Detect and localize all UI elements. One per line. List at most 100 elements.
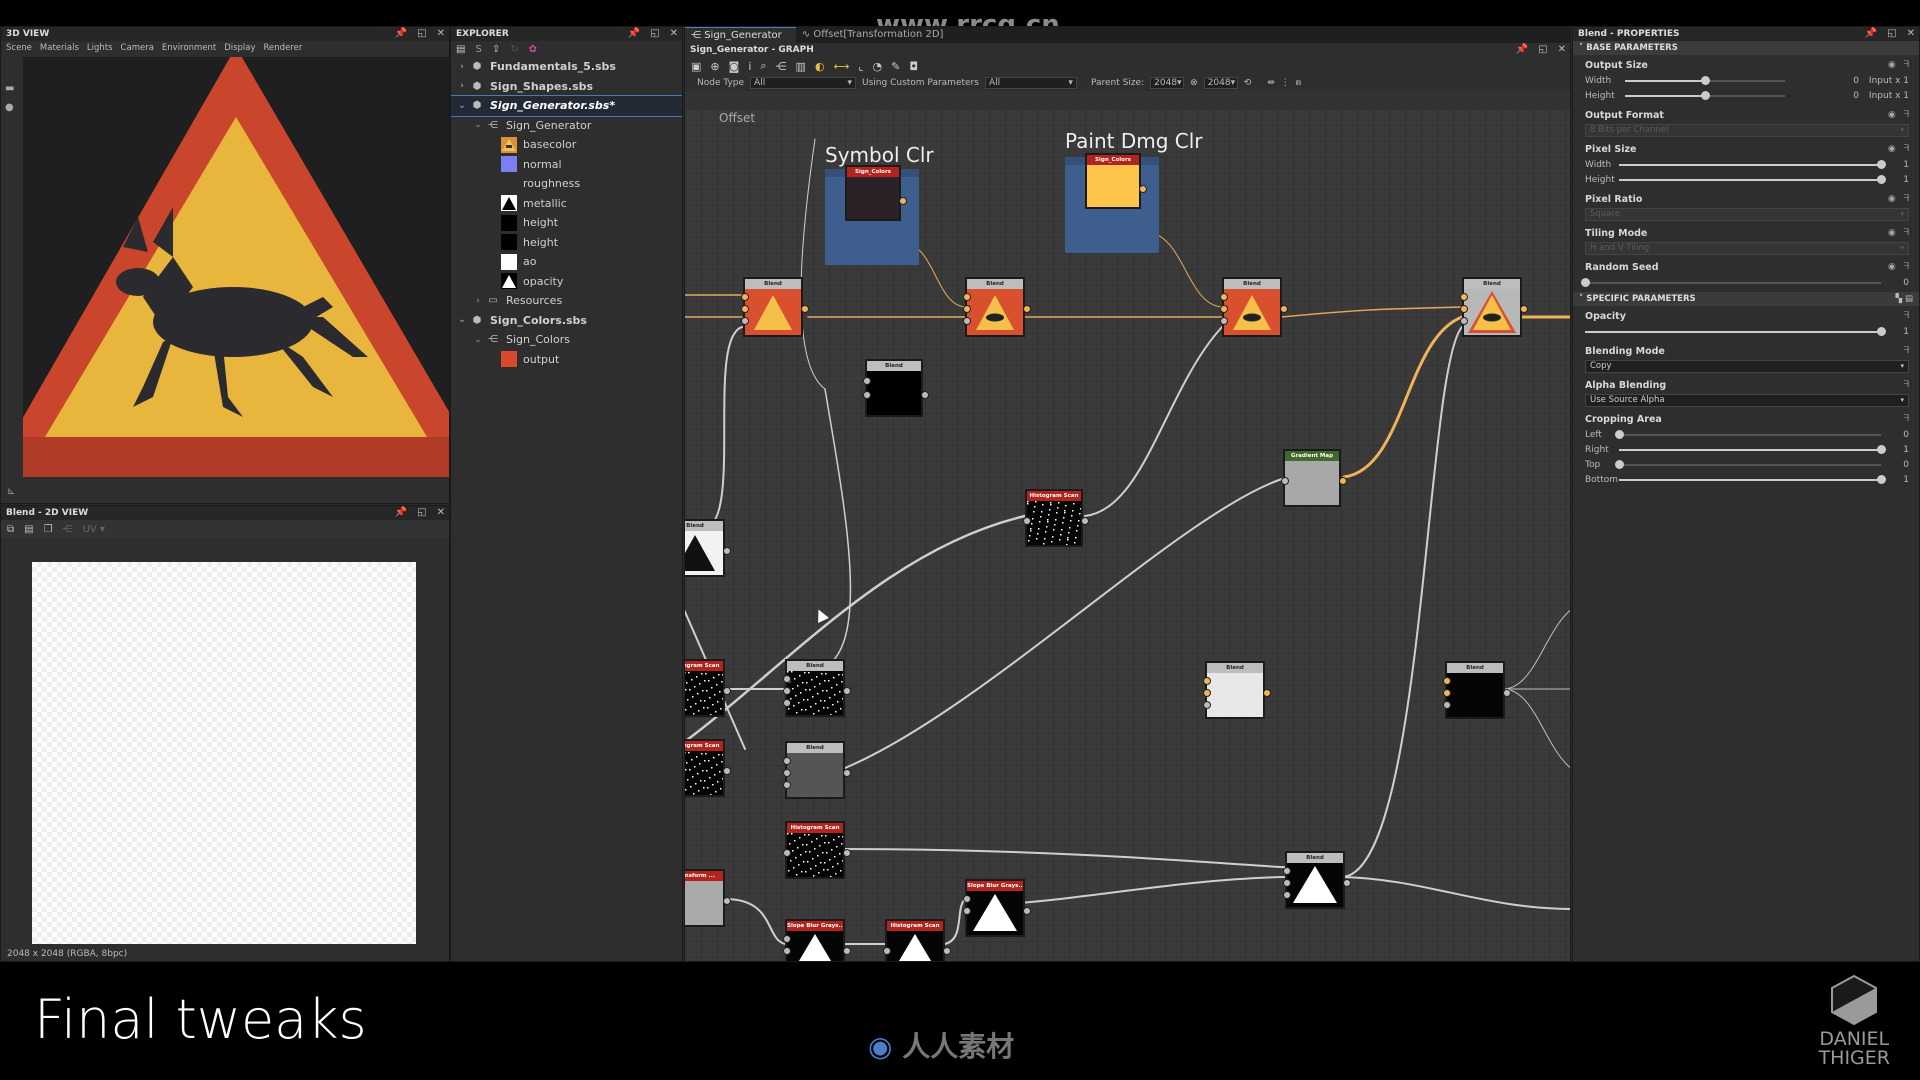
zoom-1-1-icon[interactable]: ⊕ [710, 60, 719, 73]
float-icon[interactable]: ◱ [1538, 43, 1547, 57]
blend-node[interactable]: Blend [1203, 661, 1271, 719]
node-port[interactable] [843, 849, 851, 857]
timer-icon[interactable]: ◔ [873, 60, 883, 73]
reload-icon[interactable]: ↻ [510, 44, 518, 55]
function-icon[interactable]: ᖷ [1904, 380, 1909, 390]
node-port[interactable] [1343, 879, 1351, 887]
node-port[interactable] [723, 687, 731, 695]
uv-dropdown[interactable]: UV ▾ [83, 524, 105, 535]
close-icon[interactable]: ✕ [1907, 27, 1915, 41]
menu-camera[interactable]: Camera [121, 41, 154, 55]
crop-right-value[interactable]: 1 [1889, 445, 1909, 455]
tree-item-graph[interactable]: ⌄ ⋲ Sign_Generator [451, 116, 682, 136]
output-format-select[interactable]: 8 Bits per Channel ▾ [1585, 124, 1909, 137]
2d-canvas[interactable] [32, 562, 416, 944]
node-port[interactable] [783, 687, 791, 695]
info-icon[interactable]: i [748, 60, 751, 73]
node-port[interactable] [1443, 701, 1451, 709]
node-port[interactable] [963, 293, 971, 301]
node-port[interactable] [1520, 305, 1528, 313]
menu-lights[interactable]: Lights [87, 41, 113, 55]
chevron-down-icon[interactable]: ⌄ [455, 315, 469, 325]
node-port[interactable] [963, 317, 971, 325]
node-port[interactable] [1203, 677, 1211, 685]
function-icon[interactable]: ᖷ [1904, 262, 1909, 272]
node-port[interactable] [1220, 293, 1228, 301]
view-mode-icon[interactable]: ⧉ [7, 524, 14, 535]
sign-colors-node[interactable]: Sign_Colors [845, 165, 907, 221]
slope-blur-node[interactable]: Slope Blur Grays... [963, 879, 1031, 937]
pin-icon[interactable]: 📌 [395, 27, 407, 41]
function-icon[interactable]: ᖷ [1904, 346, 1909, 356]
blend-node[interactable]: Blend [783, 741, 851, 799]
node-port[interactable] [1203, 689, 1211, 697]
crop-left-value[interactable]: 0 [1889, 430, 1909, 440]
node-port[interactable] [1460, 293, 1468, 301]
crop-top-value[interactable]: 0 [1889, 460, 1909, 470]
tree-item-folder[interactable]: › ▭ Resources [451, 291, 682, 311]
function-icon[interactable]: ᖷ [1904, 228, 1909, 238]
node-port[interactable] [1460, 305, 1468, 313]
inherit-icon[interactable]: ◉ [1888, 262, 1896, 272]
gradient-map-node[interactable]: Gradient Map [1281, 449, 1347, 507]
transform-node[interactable]: Transform ... [685, 869, 731, 927]
search-icon[interactable]: ⌕ [760, 59, 766, 73]
chevron-down-icon[interactable]: ⌄ [471, 335, 485, 345]
node-port[interactable] [863, 391, 871, 399]
tree-item-output[interactable]: basecolor [451, 135, 682, 155]
inherit-icon[interactable]: ◉ [1888, 144, 1896, 154]
axis-icon[interactable]: ⊾ [7, 486, 15, 497]
menu-renderer[interactable]: Renderer [264, 41, 303, 55]
chevron-right-icon[interactable]: › [455, 81, 469, 91]
node-port[interactable] [783, 675, 791, 683]
node-port[interactable] [899, 197, 907, 205]
crop-bottom-value[interactable]: 1 [1889, 475, 1909, 485]
blend-node[interactable]: Blend [1443, 661, 1511, 719]
inherit-icon[interactable]: ◉ [1888, 60, 1896, 70]
sign-colors-node[interactable]: Sign_Colors [1085, 153, 1147, 209]
float-icon[interactable]: ◱ [650, 27, 659, 41]
pixel-ratio-select[interactable]: Square ▾ [1585, 208, 1909, 221]
node-port[interactable] [963, 305, 971, 313]
tree-item-output[interactable]: roughness [451, 174, 682, 194]
close-icon[interactable]: ✕ [437, 27, 445, 41]
opacity-slider[interactable] [1585, 326, 1886, 336]
custom-params-dropdown[interactable]: All ▾ [984, 77, 1077, 89]
node-port[interactable] [741, 293, 749, 301]
function-icon[interactable]: ᖷ [1904, 144, 1909, 154]
output-width-slider[interactable] [1625, 75, 1785, 85]
slope-blur-node[interactable]: Slope Blur Grays... [783, 919, 851, 961]
node-port[interactable] [783, 781, 791, 789]
node-port[interactable] [723, 547, 731, 555]
link-size-icon[interactable]: ⊗ [1190, 78, 1198, 88]
blend-node[interactable]: Blend [685, 519, 731, 577]
function-icon[interactable]: ᖷ [1904, 60, 1909, 70]
blend-node[interactable]: Blend [1283, 851, 1351, 909]
tiling-mode-select[interactable]: H and V Tiling ▾ [1585, 242, 1909, 255]
node-port[interactable] [1281, 477, 1289, 485]
node-port[interactable] [1283, 867, 1291, 875]
menu-environment[interactable]: Environment [162, 41, 216, 55]
float-icon[interactable]: ◱ [1887, 27, 1896, 41]
crop-right-slider[interactable] [1619, 444, 1886, 454]
node-port[interactable] [843, 687, 851, 695]
node-port[interactable] [1503, 689, 1511, 697]
parent-width-dropdown[interactable]: 2048 ▾ [1150, 77, 1185, 89]
node-port[interactable] [1023, 907, 1031, 915]
histogram-scan-node[interactable]: Histogram Scan [685, 739, 731, 797]
node-port[interactable] [723, 767, 731, 775]
pixel-width-value[interactable]: 1 [1889, 160, 1909, 170]
pin-icon[interactable]: 📌 [1516, 43, 1528, 57]
node-port[interactable] [1460, 317, 1468, 325]
output-width-value[interactable]: 0 [1839, 76, 1859, 86]
pixel-height-slider[interactable] [1619, 174, 1886, 184]
node-port[interactable] [783, 935, 791, 943]
inherit-icon[interactable]: ◉ [1888, 228, 1896, 238]
node-port[interactable] [963, 907, 971, 915]
publish-icon[interactable]: ⇪ [492, 44, 500, 55]
node-port[interactable] [843, 769, 851, 777]
node-port[interactable] [783, 699, 791, 707]
node-type-dropdown[interactable]: All ▾ [750, 77, 857, 89]
chevron-down-icon[interactable]: ⌄ [471, 120, 485, 130]
node-port[interactable] [843, 947, 851, 955]
